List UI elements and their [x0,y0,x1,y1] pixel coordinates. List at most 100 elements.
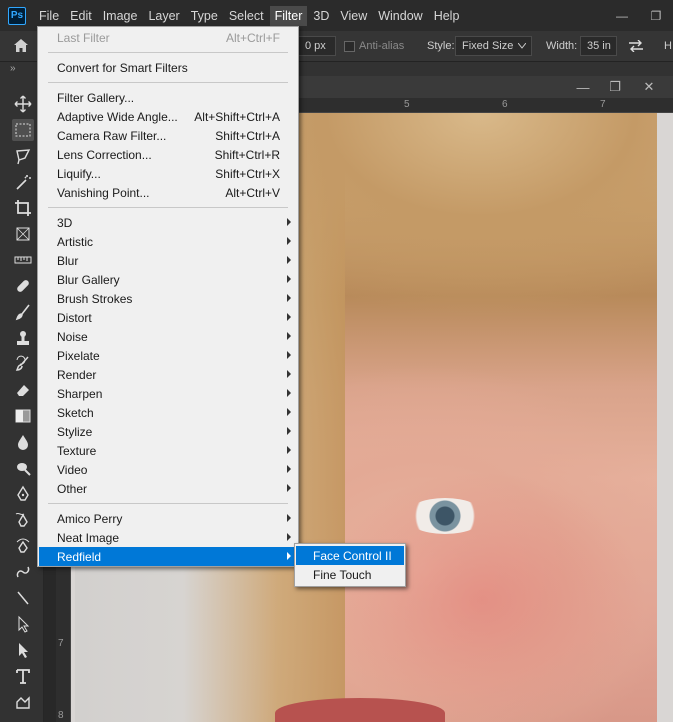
eraser-tool[interactable] [12,379,34,401]
menu-item-adaptive-wide-angle[interactable]: Adaptive Wide Angle... Alt+Shift+Ctrl+A [39,107,297,126]
menu-image[interactable]: Image [98,6,143,26]
arrow-hollow-icon [18,615,30,633]
submenu-item-fine-touch[interactable]: Fine Touch [296,565,404,584]
photo-lip [275,698,445,722]
menu-item-sketch[interactable]: Sketch [39,403,297,422]
doc-close-button[interactable]: ✕ [632,76,666,98]
direct-selection-tool[interactable] [12,639,34,661]
clone-stamp-tool[interactable] [12,327,34,349]
menu-item-noise[interactable]: Noise [39,327,297,346]
menu-item-camera-raw[interactable]: Camera Raw Filter... Shift+Ctrl+A [39,126,297,145]
photoshop-logo[interactable]: Ps [8,6,26,25]
menu-item-lens-correction[interactable]: Lens Correction... Shift+Ctrl+R [39,145,297,164]
droplet-icon [18,435,28,450]
crop-tool[interactable] [12,197,34,219]
menu-item-blur[interactable]: Blur [39,251,297,270]
pen-tool[interactable] [12,483,34,505]
menu-item-blur-gallery[interactable]: Blur Gallery [39,270,297,289]
menu-item-neat-image[interactable]: Neat Image [39,528,297,547]
path-selection-tool[interactable] [12,613,34,635]
minimize-button[interactable]: — [605,0,639,31]
menu-item-brush-strokes[interactable]: Brush Strokes [39,289,297,308]
submenu-arrow-icon [287,484,291,492]
menu-separator [48,52,288,53]
menu-type[interactable]: Type [186,6,223,26]
menu-edit[interactable]: Edit [65,6,97,26]
restore-button[interactable]: ❐ [639,0,673,31]
menu-item-filter-gallery[interactable]: Filter Gallery... [39,88,297,107]
move-tool[interactable] [12,93,34,115]
menu-item-pixelate[interactable]: Pixelate [39,346,297,365]
gradient-icon [15,409,31,423]
swap-icon[interactable] [628,40,644,52]
blur-tool[interactable] [12,431,34,453]
menu-item-liquify[interactable]: Liquify... Shift+Ctrl+X [39,164,297,183]
submenu-item-face-control[interactable]: Face Control II [296,546,404,565]
submenu-arrow-icon [287,533,291,541]
menu-item-video[interactable]: Video [39,460,297,479]
menu-item-amico-perry[interactable]: Amico Perry [39,509,297,528]
menu-view[interactable]: View [335,6,372,26]
menu-file[interactable]: File [34,6,64,26]
history-brush-icon [15,355,29,371]
frame-tool[interactable] [12,223,34,245]
pen-icon [17,485,29,501]
height-label: H [664,40,672,52]
shape-icon [16,696,30,709]
healing-brush-tool[interactable] [12,275,34,297]
menu-item-vanishing-point[interactable]: Vanishing Point... Alt+Ctrl+V [39,183,297,202]
submenu-arrow-icon [287,370,291,378]
submenu-arrow-icon [287,294,291,302]
line-tool[interactable] [12,587,34,609]
menu-item-convert-smart-filters[interactable]: Convert for Smart Filters [39,58,297,77]
doc-minimize-button[interactable]: — [566,76,600,98]
brush-tool[interactable] [12,301,34,323]
feather-input[interactable]: 0 px [298,36,336,56]
menu-separator [48,82,288,83]
menu-help[interactable]: Help [429,6,465,26]
menu-filter[interactable]: Filter [269,5,308,26]
menu-layer[interactable]: Layer [143,6,184,26]
menu-item-texture[interactable]: Texture [39,441,297,460]
antialias-checkbox[interactable] [344,41,355,52]
ruler-tool[interactable] [12,249,34,271]
home-icon[interactable] [14,39,28,52]
menu-item-other[interactable]: Other [39,479,297,498]
lasso-tool[interactable] [12,145,34,167]
dodge-tool[interactable] [12,457,34,479]
type-path-tool[interactable] [12,561,34,583]
menu-item-artistic[interactable]: Artistic [39,232,297,251]
curvature-pen-tool[interactable] [12,535,34,557]
submenu-arrow-icon [287,275,291,283]
width-input[interactable]: 35 in [580,36,617,56]
menu-item-render[interactable]: Render [39,365,297,384]
menu-item-stylize[interactable]: Stylize [39,422,297,441]
menu-item-sharpen[interactable]: Sharpen [39,384,297,403]
menu-separator [48,207,288,208]
menu-item-redfield[interactable]: Redfield [39,547,297,566]
gradient-tool[interactable] [12,405,34,427]
ruler-icon [14,256,32,264]
submenu-arrow-icon [287,256,291,264]
menu-3d[interactable]: 3D [308,6,334,26]
brush-icon [15,304,30,321]
freeform-pen-tool[interactable] [12,509,34,531]
menu-select[interactable]: Select [224,6,269,26]
line-icon [17,591,29,605]
submenu-arrow-icon [287,408,291,416]
menu-item-distort[interactable]: Distort [39,308,297,327]
magic-wand-icon [16,175,31,190]
marquee-tool[interactable] [12,119,34,141]
magic-wand-tool[interactable] [12,171,34,193]
custom-shape-tool[interactable] [12,691,34,713]
history-brush-tool[interactable] [12,353,34,375]
crop-icon [15,200,31,216]
type-tool[interactable] [12,665,34,687]
style-select[interactable]: Fixed Size [455,36,532,56]
collapse-panels-icon[interactable]: » [10,63,16,74]
redfield-submenu: Face Control II Fine Touch [294,543,406,587]
doc-restore-button[interactable]: ❐ [598,76,632,98]
menu-window[interactable]: Window [373,6,427,26]
arrow-icon [19,643,28,658]
menu-item-3d[interactable]: 3D [39,213,297,232]
